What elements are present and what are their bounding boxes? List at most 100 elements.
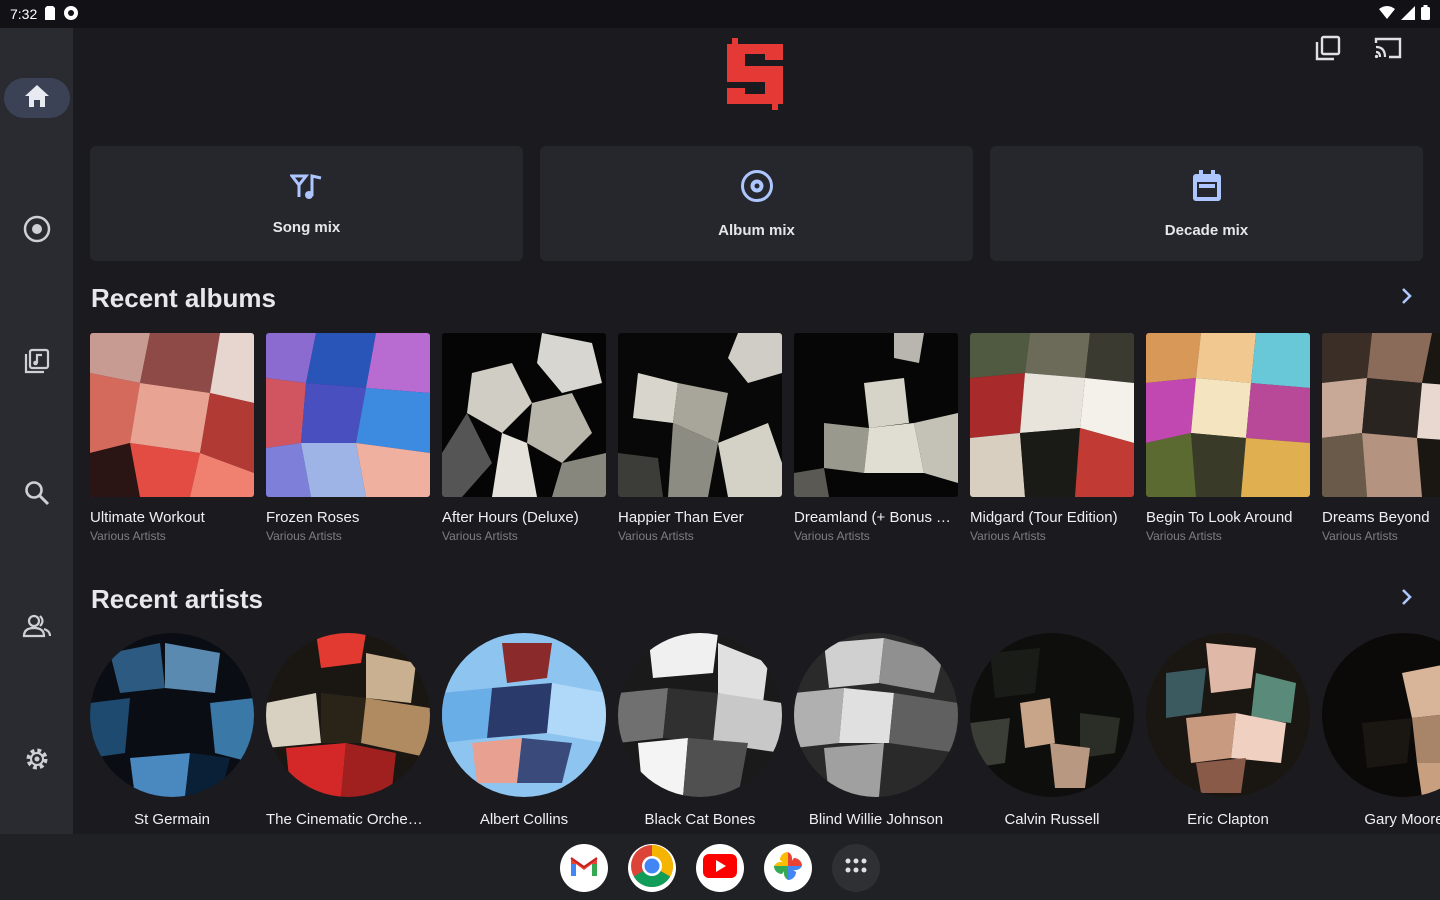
album-cover bbox=[618, 333, 782, 497]
nav-albums[interactable] bbox=[4, 211, 70, 251]
artist-image bbox=[266, 633, 430, 797]
nav-settings[interactable] bbox=[4, 741, 70, 781]
artists-icon bbox=[22, 613, 52, 644]
album-title: Frozen Roses bbox=[266, 509, 360, 526]
youtube-icon bbox=[703, 853, 737, 883]
music-library-icon bbox=[23, 347, 51, 380]
photos-app[interactable] bbox=[764, 844, 812, 892]
artist-image bbox=[794, 633, 958, 797]
album-cover bbox=[1146, 333, 1310, 497]
chrome-icon bbox=[630, 844, 674, 893]
recent-artists-more-button[interactable] bbox=[1394, 587, 1418, 611]
chevron-right-icon bbox=[1400, 588, 1412, 611]
battery-icon bbox=[1421, 5, 1430, 23]
app-dock bbox=[560, 844, 880, 892]
artist-name: Albert Collins bbox=[479, 811, 569, 828]
album-title: After Hours (Deluxe) bbox=[442, 509, 579, 526]
album-artist: Various Artists bbox=[1146, 529, 1222, 543]
calendar-icon bbox=[1191, 169, 1223, 208]
status-time: 7:32 bbox=[10, 6, 38, 22]
album-cover bbox=[794, 333, 958, 497]
song-mix-label: Song mix bbox=[272, 218, 341, 236]
artist-image bbox=[970, 633, 1134, 797]
album-card[interactable]: Ultimate Workout Various Artists bbox=[90, 333, 254, 543]
youtube-app[interactable] bbox=[696, 844, 744, 892]
artist-card[interactable]: Calvin Russell bbox=[970, 633, 1134, 828]
album-title: Dreamland (+ Bonus Tracks) bbox=[794, 509, 958, 526]
queue-button[interactable] bbox=[1312, 34, 1344, 66]
album-card[interactable]: Happier Than Ever Various Artists bbox=[618, 333, 782, 543]
queue-icon bbox=[1314, 34, 1342, 67]
nav-home[interactable] bbox=[4, 78, 70, 118]
album-title: Begin To Look Around bbox=[1146, 509, 1293, 526]
app-launcher-icon bbox=[844, 857, 868, 880]
cast-button[interactable] bbox=[1372, 34, 1404, 66]
cast-icon bbox=[1373, 35, 1403, 66]
album-mix-icon bbox=[740, 169, 774, 208]
artist-card[interactable]: Gary Moore bbox=[1322, 633, 1440, 828]
album-artist: Various Artists bbox=[90, 529, 166, 543]
album-card[interactable]: After Hours (Deluxe) Various Artists bbox=[442, 333, 606, 543]
recent-albums-more-button[interactable] bbox=[1394, 286, 1418, 310]
artist-name: Calvin Russell bbox=[1004, 811, 1100, 828]
wifi-icon bbox=[1379, 5, 1395, 23]
album-card[interactable]: Frozen Roses Various Artists bbox=[266, 333, 430, 543]
album-card[interactable]: Dreamland (+ Bonus Tracks) Various Artis… bbox=[794, 333, 958, 543]
song-mix-card[interactable]: Song mix bbox=[90, 146, 523, 261]
album-cover bbox=[1322, 333, 1440, 497]
album-card[interactable]: Begin To Look Around Various Artists bbox=[1146, 333, 1310, 543]
notification-icon bbox=[63, 5, 79, 24]
artist-image bbox=[1146, 633, 1310, 797]
chevron-right-icon bbox=[1400, 287, 1412, 310]
main-content: Song mix Album mix Decade mix Recent alb… bbox=[73, 28, 1440, 834]
album-artist: Various Artists bbox=[794, 529, 870, 543]
album-artist: Various Artists bbox=[442, 529, 518, 543]
artist-card[interactable]: St Germain bbox=[90, 633, 254, 828]
album-card[interactable]: Midgard (Tour Edition) Various Artists bbox=[970, 333, 1134, 543]
artist-name: St Germain bbox=[134, 811, 210, 828]
decade-mix-label: Decade mix bbox=[1164, 221, 1249, 239]
artist-image bbox=[90, 633, 254, 797]
decade-mix-card[interactable]: Decade mix bbox=[990, 146, 1423, 261]
artist-card[interactable]: Black Cat Bones bbox=[618, 633, 782, 828]
recent-albums-title: Recent albums bbox=[91, 283, 276, 313]
nav-search[interactable] bbox=[4, 475, 70, 515]
album-artist: Various Artists bbox=[266, 529, 342, 543]
gmail-app[interactable] bbox=[560, 844, 608, 892]
app-launcher-button[interactable] bbox=[832, 844, 880, 892]
artist-image bbox=[1322, 633, 1440, 797]
album-title: Happier Than Ever bbox=[618, 509, 744, 526]
chrome-app[interactable] bbox=[628, 844, 676, 892]
recent-artists-title: Recent artists bbox=[91, 584, 263, 614]
photos-icon bbox=[771, 849, 805, 888]
album-mix-card[interactable]: Album mix bbox=[540, 146, 973, 261]
album-artist: Various Artists bbox=[970, 529, 1046, 543]
app-logo bbox=[721, 36, 789, 112]
recent-albums-list: Ultimate Workout Various Artists Frozen … bbox=[90, 333, 1440, 543]
artist-card[interactable]: The Cinematic Orchestra bbox=[266, 633, 430, 828]
gmail-icon bbox=[569, 854, 599, 883]
taskbar bbox=[0, 834, 1440, 900]
nav-artists[interactable] bbox=[4, 608, 70, 648]
album-mix-label: Album mix bbox=[718, 221, 795, 239]
album-card[interactable]: Dreams Beyond Various Artists bbox=[1322, 333, 1440, 543]
recent-artists-list: St Germain The Cinematic Orchestra Alber… bbox=[90, 633, 1440, 828]
artist-image bbox=[618, 633, 782, 797]
album-cover bbox=[90, 333, 254, 497]
settings-gear-icon bbox=[23, 745, 51, 778]
artist-card[interactable]: Eric Clapton bbox=[1146, 633, 1310, 828]
song-mix-icon bbox=[288, 172, 324, 205]
artist-name: Gary Moore bbox=[1364, 811, 1440, 828]
sim-icon bbox=[45, 5, 56, 23]
album-cover bbox=[970, 333, 1134, 497]
artist-card[interactable]: Albert Collins bbox=[442, 633, 606, 828]
artist-name: Black Cat Bones bbox=[644, 811, 756, 828]
artist-card[interactable]: Blind Willie Johnson bbox=[794, 633, 958, 828]
signal-icon bbox=[1401, 5, 1415, 23]
album-title: Ultimate Workout bbox=[90, 509, 205, 526]
nav-library[interactable] bbox=[4, 343, 70, 383]
album-artist: Various Artists bbox=[618, 529, 694, 543]
artist-name: Eric Clapton bbox=[1187, 811, 1269, 828]
artist-name: Blind Willie Johnson bbox=[808, 811, 944, 828]
album-artist: Various Artists bbox=[1322, 529, 1398, 543]
